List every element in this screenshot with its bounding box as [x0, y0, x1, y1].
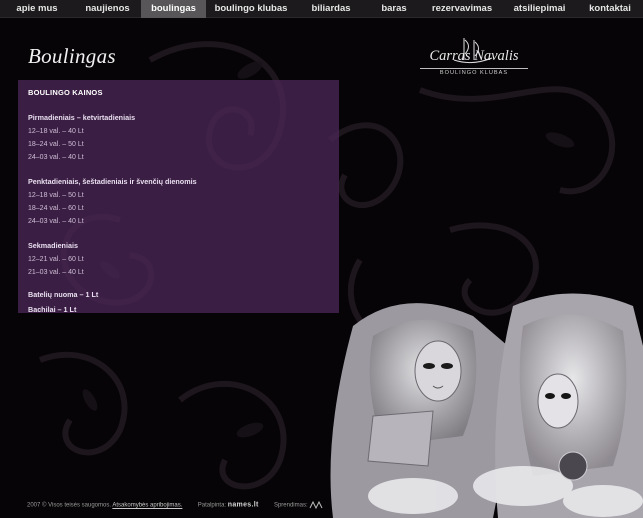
- nav-item-baras[interactable]: baras: [366, 0, 422, 18]
- nav-item-atsiliepimai[interactable]: atsiliepimai: [502, 0, 577, 18]
- price-row: 24–03 val. – 40 Lt: [28, 154, 84, 161]
- copyright-text: 2007 © Visos teisės saugomos.: [27, 502, 112, 509]
- logo-divider: [420, 68, 528, 69]
- hosting-label: Patalpinta:: [197, 502, 227, 509]
- solution-label: Sprendimas:: [273, 502, 308, 509]
- price-group-title: Pirmadieniais – ketvirtadieniais: [28, 113, 136, 122]
- extra-socks: Bachilai – 1 Lt: [28, 305, 77, 314]
- price-group-title: Penktadieniais, šeštadieniais ir švenčių…: [28, 177, 197, 186]
- nav-item-boulingas[interactable]: boulingas: [141, 0, 206, 18]
- price-group-title: Sekmadieniais: [28, 241, 78, 250]
- footer: 2007 © Visos teisės saugomos. Atsakomybė…: [27, 500, 323, 510]
- logo-name[interactable]: Carras Navalis: [418, 48, 530, 65]
- nav-item-rezervavimas[interactable]: rezervavimas: [422, 0, 502, 18]
- top-navigation: apie mus naujienos boulingas boulingo kl…: [0, 0, 643, 18]
- price-row: 12–18 val. – 50 Lt: [28, 192, 84, 199]
- price-row: 18–24 val. – 50 Lt: [28, 141, 84, 148]
- price-row: 24–03 val. – 40 Lt: [28, 218, 84, 225]
- hosting-link[interactable]: names.lt: [228, 502, 259, 509]
- price-panel: BOULINGO KAINOS Pirmadieniais – ketvirta…: [18, 80, 339, 314]
- nav-item-kontaktai[interactable]: kontaktai: [577, 0, 643, 18]
- price-row: 12–18 val. – 40 Lt: [28, 128, 84, 135]
- developer-logo-icon[interactable]: [309, 500, 323, 510]
- prices-heading: BOULINGO KAINOS: [28, 88, 103, 97]
- nav-item-apie-mus[interactable]: apie mus: [0, 0, 74, 18]
- price-row: 18–24 val. – 60 Lt: [28, 205, 84, 212]
- logo-subtitle: BOULINGO KLUBAS: [439, 70, 509, 76]
- price-row: 12–21 val. – 60 Lt: [28, 256, 84, 263]
- nav-item-naujienos[interactable]: naujienos: [74, 0, 141, 18]
- extra-shoe-rental: Batelių nuoma – 1 Lt: [28, 290, 99, 299]
- disclaimer-link[interactable]: Atsakomybės apribojimas.: [112, 503, 182, 509]
- nav-item-biliardas[interactable]: biliardas: [296, 0, 366, 18]
- carnival-masks-image: [330, 293, 643, 518]
- page-title: Boulingas: [28, 44, 116, 68]
- nav-item-boulingo-klubas[interactable]: boulingo klubas: [206, 0, 296, 18]
- price-row: 21–03 val. – 40 Lt: [28, 269, 84, 276]
